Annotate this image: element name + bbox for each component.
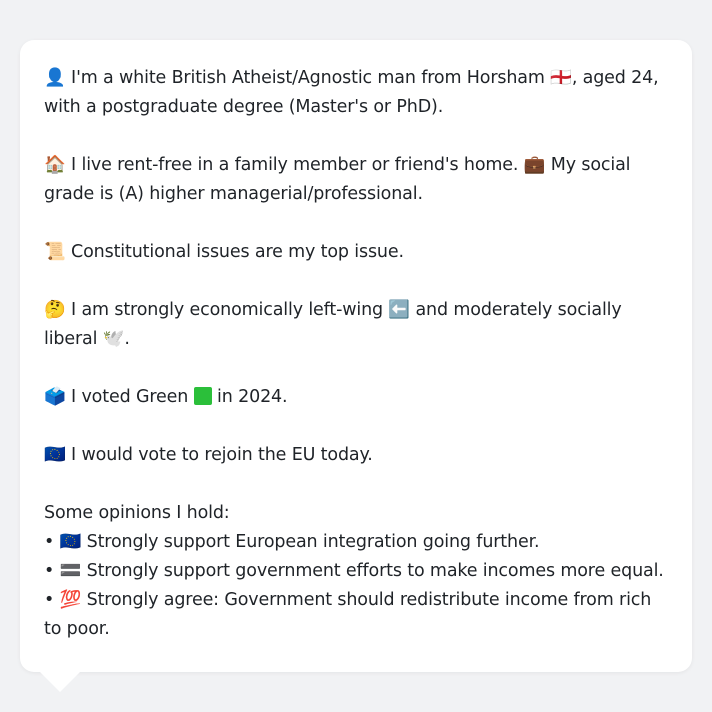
housing-text: 🏠 I live rent-free in a family member or… [44, 155, 631, 204]
opinions-heading: Some opinions I hold: [44, 503, 230, 523]
ideology-text: 🤔 I am strongly economically left-wing ⬅… [44, 300, 622, 349]
vote-suffix: in 2024. [217, 387, 288, 407]
persona-card: 👤 I'm a white British Atheist/Agnostic m… [20, 40, 692, 672]
opinion-item: • 🟰 Strongly support government efforts … [44, 561, 664, 581]
opinion-item: • 🇪🇺 Strongly support European integrati… [44, 532, 540, 552]
vote-text: 🗳️ I voted Green in 2024. [44, 383, 666, 412]
opinion-item: • 💯 Strongly agree: Government should re… [44, 590, 652, 639]
green-square-icon [193, 387, 212, 405]
eu-text: 🇪🇺 I would vote to rejoin the EU today. [44, 445, 373, 465]
vote-prefix: 🗳️ I voted Green [44, 387, 189, 407]
speech-bubble-tail [40, 672, 80, 692]
identity-text: 👤 I'm a white British Atheist/Agnostic m… [44, 68, 659, 117]
top-issue-text: 📜 Constitutional issues are my top issue… [44, 242, 404, 262]
